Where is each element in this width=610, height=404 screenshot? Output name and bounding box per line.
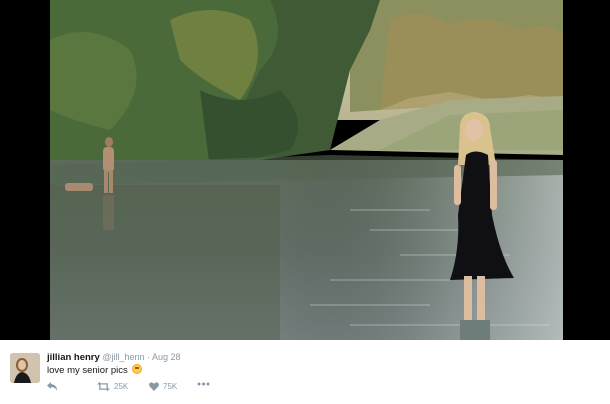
more-options-icon — [197, 382, 210, 386]
avatar-image — [10, 353, 40, 383]
reply-button[interactable] — [47, 382, 58, 391]
separator-dot: · — [147, 352, 150, 362]
tweet-card[interactable]: jillian henry @jill_henn · Aug 28 love m… — [0, 340, 610, 404]
heart-icon — [149, 382, 159, 391]
tweet-photo[interactable] — [50, 0, 563, 340]
retweet-count: 25K — [114, 382, 129, 391]
smiling-face-emoji-icon — [132, 364, 143, 374]
river-photo-image — [50, 0, 563, 340]
tweet-header: jillian henry @jill_henn · Aug 28 — [47, 352, 181, 363]
tweet-media-frame[interactable] — [0, 0, 610, 340]
user-handle[interactable]: @jill_henn — [102, 352, 144, 362]
retweet-icon — [97, 382, 110, 391]
avatar[interactable] — [10, 353, 40, 383]
retweet-button[interactable]: 25K — [97, 382, 128, 391]
tweet-text: love my senior pics — [47, 364, 143, 376]
display-name[interactable]: jillian henry — [47, 352, 100, 363]
tweet-text-content: love my senior pics — [47, 365, 128, 376]
like-button[interactable]: 75K — [149, 382, 177, 391]
like-count: 75K — [163, 382, 178, 391]
reply-icon — [47, 382, 57, 391]
tweet-date[interactable]: Aug 28 — [152, 352, 181, 362]
more-options-button[interactable] — [197, 382, 210, 386]
